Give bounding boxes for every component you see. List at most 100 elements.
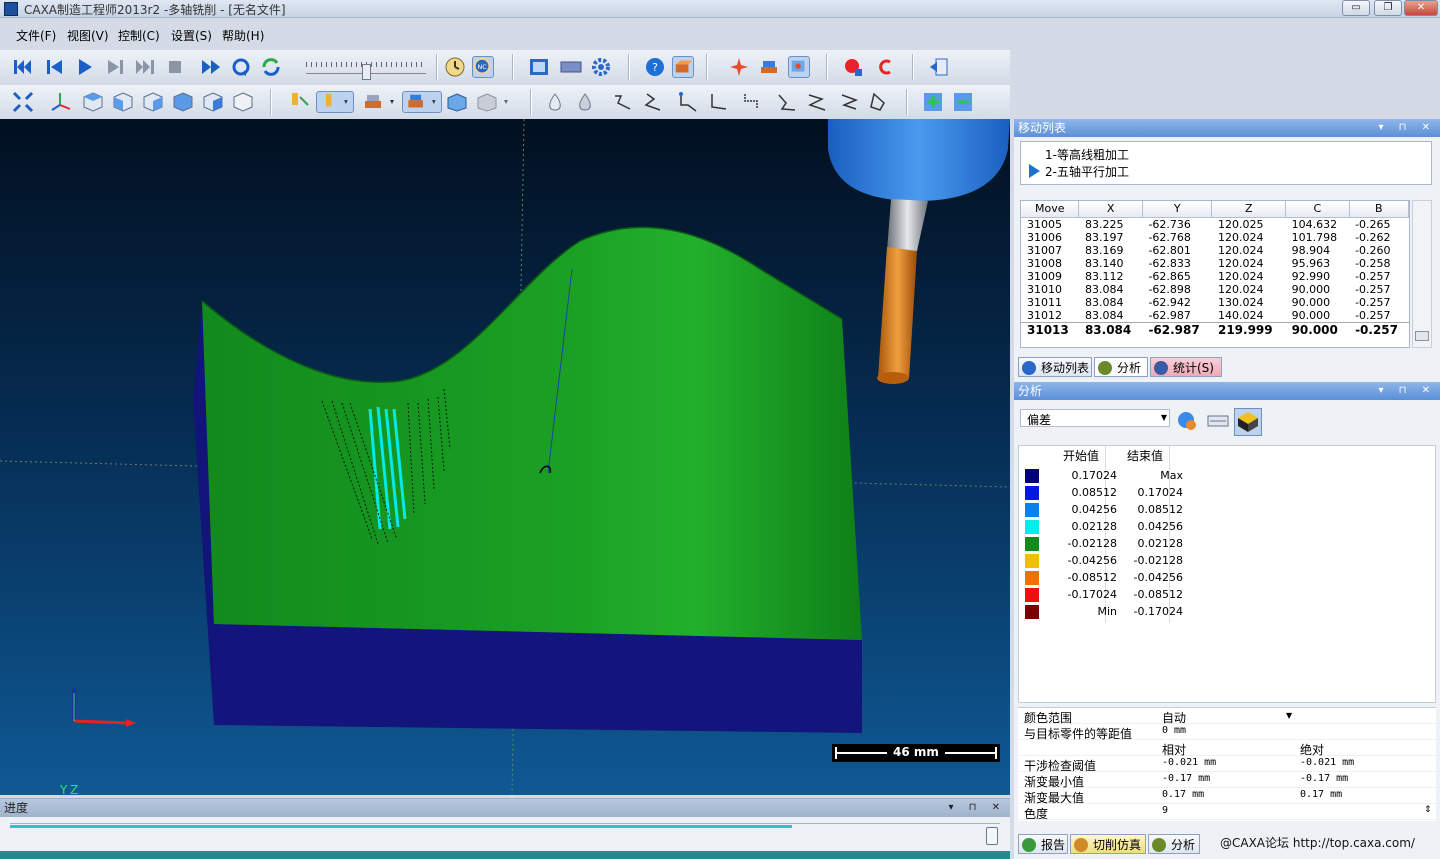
table-row[interactable]: 31010 83.084 -62.898 120.024 90.000 -0.257	[1021, 283, 1409, 296]
stop-sign-icon[interactable]	[842, 56, 864, 78]
range-icon[interactable]	[1206, 410, 1230, 432]
menu-help[interactable]: 帮助(H)	[222, 27, 264, 44]
path-tool2-icon[interactable]	[708, 91, 730, 113]
cube-front-icon[interactable]	[112, 91, 134, 113]
path-zigzag-icon[interactable]	[806, 91, 828, 113]
menu-file[interactable]: 文件(F)	[16, 27, 56, 44]
panel-controls[interactable]: ▾ ⊓ ✕	[1378, 382, 1436, 400]
column-header[interactable]: Z	[1211, 201, 1287, 218]
legend-swatch[interactable]	[1025, 571, 1039, 585]
legend-swatch[interactable]	[1025, 469, 1039, 483]
path-curve2-icon[interactable]	[642, 91, 664, 113]
cube-right-icon[interactable]	[142, 91, 164, 113]
fit-view-icon[interactable]	[12, 91, 34, 113]
current-move-row[interactable]: 31013 83.084 -62.987 219.999 90.000 -0.257	[1021, 321, 1409, 338]
table-row[interactable]: 31012 83.084 -62.987 140.024 90.000 -0.257	[1021, 309, 1409, 323]
clock-settings-icon[interactable]	[444, 56, 466, 78]
table-row[interactable]: 31006 83.197 -62.768 120.024 101.798 -0.262	[1021, 231, 1409, 244]
prop-color-range[interactable]: 颜色范围 自动 ▼	[1018, 708, 1436, 725]
play-icon[interactable]	[74, 56, 96, 78]
sparkle-icon[interactable]	[728, 56, 750, 78]
column-header[interactable]: B	[1349, 201, 1410, 218]
loop-icon[interactable]	[230, 56, 252, 78]
restore-button[interactable]: ❐	[1374, 0, 1402, 16]
machine-view-button[interactable]	[788, 56, 810, 78]
stock-layer-icon[interactable]	[362, 91, 398, 113]
tab-move-list[interactable]: 移动列表	[1018, 357, 1092, 377]
prop-gradient-max[interactable]: 渐变最大值 0.17 mm 0.17 mm	[1018, 788, 1436, 805]
operation-item[interactable]: 1-等高线粗加工	[1045, 146, 1129, 163]
speed-slider[interactable]	[306, 62, 426, 80]
keyboard-icon[interactable]	[560, 56, 582, 78]
menu-control[interactable]: 控制(C)	[118, 27, 160, 44]
tool-path-icon[interactable]	[288, 91, 310, 113]
legend-swatch[interactable]	[1025, 588, 1039, 602]
legend-swatch[interactable]	[1025, 554, 1039, 568]
analysis-mode-dropdown[interactable]: 偏差 ▼	[1020, 409, 1170, 427]
legend-swatch[interactable]	[1025, 520, 1039, 534]
path-angle-icon[interactable]	[776, 91, 798, 113]
shaded-view-button[interactable]	[1234, 408, 1262, 436]
panel-controls[interactable]: ▾ ⊓ ✕	[948, 799, 1006, 817]
cube-top-icon[interactable]	[172, 91, 194, 113]
path-shape-icon[interactable]	[868, 91, 890, 113]
spinner-icon[interactable]: ⇕	[1424, 805, 1432, 815]
progress-thumb[interactable]	[986, 827, 998, 845]
legend-swatch[interactable]	[1025, 503, 1039, 517]
gear-icon[interactable]	[590, 56, 612, 78]
menu-view[interactable]: 视图(V)	[67, 27, 109, 44]
stop-icon[interactable]	[164, 56, 186, 78]
table-row[interactable]: 31011 83.084 -62.942 130.024 90.000 -0.257	[1021, 296, 1409, 309]
panel-controls[interactable]: ▾ ⊓ ✕	[1378, 119, 1436, 137]
tab-cut-simulation[interactable]: 切削仿真	[1070, 834, 1146, 854]
fast-play-icon[interactable]	[200, 56, 222, 78]
minimize-button[interactable]: ▭	[1342, 0, 1370, 16]
column-header[interactable]: X	[1078, 201, 1143, 218]
step-back-icon[interactable]	[44, 56, 66, 78]
path-tool-icon[interactable]	[678, 91, 700, 113]
fixture-icon[interactable]	[446, 91, 468, 113]
path-zigzag2-icon[interactable]	[838, 91, 860, 113]
exit-icon[interactable]	[928, 56, 950, 78]
step-forward-icon[interactable]	[104, 56, 126, 78]
stock-view-button[interactable]	[672, 56, 694, 78]
column-header[interactable]: Move	[1021, 201, 1080, 218]
ghost-part-icon[interactable]	[476, 91, 512, 113]
path-point-icon[interactable]	[740, 91, 762, 113]
prop-gradient-min[interactable]: 渐变最小值 -0.17 mm -0.17 mm	[1018, 772, 1436, 789]
tab-statistics[interactable]: 统计(S)	[1150, 357, 1222, 377]
cube-back-icon[interactable]	[202, 91, 224, 113]
tool-display-button[interactable]	[316, 91, 354, 113]
table-row[interactable]: 31007 83.169 -62.801 120.024 98.904 -0.260	[1021, 244, 1409, 257]
refresh-icon[interactable]	[260, 56, 282, 78]
column-header[interactable]: Y	[1142, 201, 1213, 218]
tab-analysis-bottom[interactable]: 分析	[1148, 834, 1200, 854]
progress-track[interactable]	[10, 823, 1000, 831]
undo-arrow-icon[interactable]	[874, 56, 896, 78]
legend-swatch[interactable]	[1025, 486, 1039, 500]
rewind-to-start-icon[interactable]	[12, 56, 34, 78]
film-record-icon[interactable]	[528, 56, 550, 78]
cube-left-icon[interactable]	[232, 91, 254, 113]
zoom-out-icon[interactable]	[952, 91, 974, 113]
legend-swatch[interactable]	[1025, 605, 1039, 619]
table-row[interactable]: 31008 83.140 -62.833 120.024 95.963 -0.258	[1021, 257, 1409, 270]
operation-item-active[interactable]: 2-五轴平行加工	[1045, 163, 1129, 180]
table-row[interactable]: 31009 83.112 -62.865 120.024 92.990 -0.257	[1021, 270, 1409, 283]
palette-icon[interactable]	[1176, 410, 1198, 432]
move-table-scrollbar[interactable]	[1412, 200, 1432, 348]
cube-iso-icon[interactable]	[82, 91, 104, 113]
tab-analysis[interactable]: 分析	[1094, 357, 1148, 377]
path-curve-icon[interactable]	[612, 91, 634, 113]
prop-interference[interactable]: 干涉检查阈值 -0.021 mm -0.021 mm	[1018, 756, 1436, 773]
tab-report[interactable]: 报告	[1018, 834, 1068, 854]
layers-icon[interactable]	[758, 56, 780, 78]
scrollbar-thumb[interactable]	[1415, 331, 1429, 341]
column-header[interactable]: C	[1285, 201, 1350, 218]
slider-thumb[interactable]	[362, 64, 371, 80]
drop-cut-icon[interactable]	[574, 91, 596, 113]
prop-offset[interactable]: 与目标零件的等距值 0 mm	[1018, 724, 1436, 741]
info-circle-icon[interactable]: ?	[644, 56, 666, 78]
part-display-button[interactable]	[402, 91, 442, 113]
table-row[interactable]: 31005 83.225 -62.736 120.025 104.632 -0.265	[1021, 217, 1409, 231]
